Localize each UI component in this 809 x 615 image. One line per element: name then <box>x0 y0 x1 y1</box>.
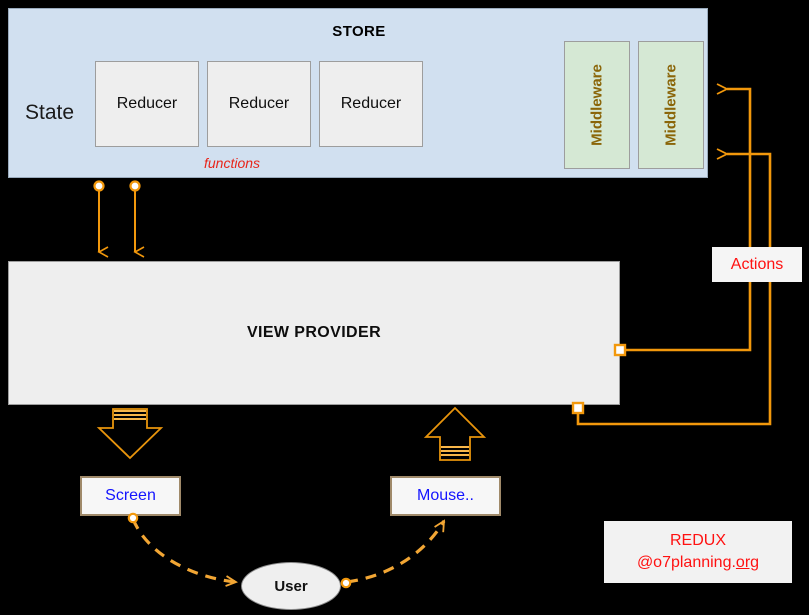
functions-label: functions <box>204 155 261 171</box>
view-provider-box: VIEW PROVIDER <box>8 261 620 405</box>
middleware-box-1: Middleware <box>564 41 630 169</box>
reducer-box-2: Reducer <box>207 61 311 147</box>
redux-title: REDUX <box>669 532 726 550</box>
store-to-view-arrow-1 <box>93 180 109 258</box>
store-container: STORE State Reducer Reducer Reducer func… <box>8 8 708 178</box>
redux-branding-box: REDUX @o7planning.org <box>604 521 792 583</box>
screen-to-user-arrow <box>127 512 236 582</box>
reducer-box-3: Reducer <box>319 61 423 147</box>
actions-label-box: Actions <box>712 247 802 282</box>
redux-site-prefix: @o7planning. <box>636 554 736 571</box>
middleware-box-2: Middleware <box>638 41 704 169</box>
mouse-box: Mouse.. <box>390 476 501 516</box>
state-label: State <box>25 101 75 124</box>
user-ellipse: User <box>241 562 341 610</box>
mouse-to-view-block-arrow <box>423 406 487 461</box>
middleware-label-2: Middleware <box>662 64 680 146</box>
diagram-canvas: STORE State Reducer Reducer Reducer func… <box>0 0 809 615</box>
screen-box: Screen <box>80 476 181 516</box>
store-to-view-arrow-2 <box>129 180 145 258</box>
view-to-screen-block-arrow <box>96 408 164 460</box>
reducer-box-1: Reducer <box>95 61 199 147</box>
redux-site: @o7planning.org <box>637 552 759 574</box>
store-title: STORE <box>332 23 386 40</box>
redux-site-tld: org <box>735 554 760 571</box>
middleware-label-1: Middleware <box>588 64 606 146</box>
user-to-mouse-arrow <box>340 521 446 589</box>
